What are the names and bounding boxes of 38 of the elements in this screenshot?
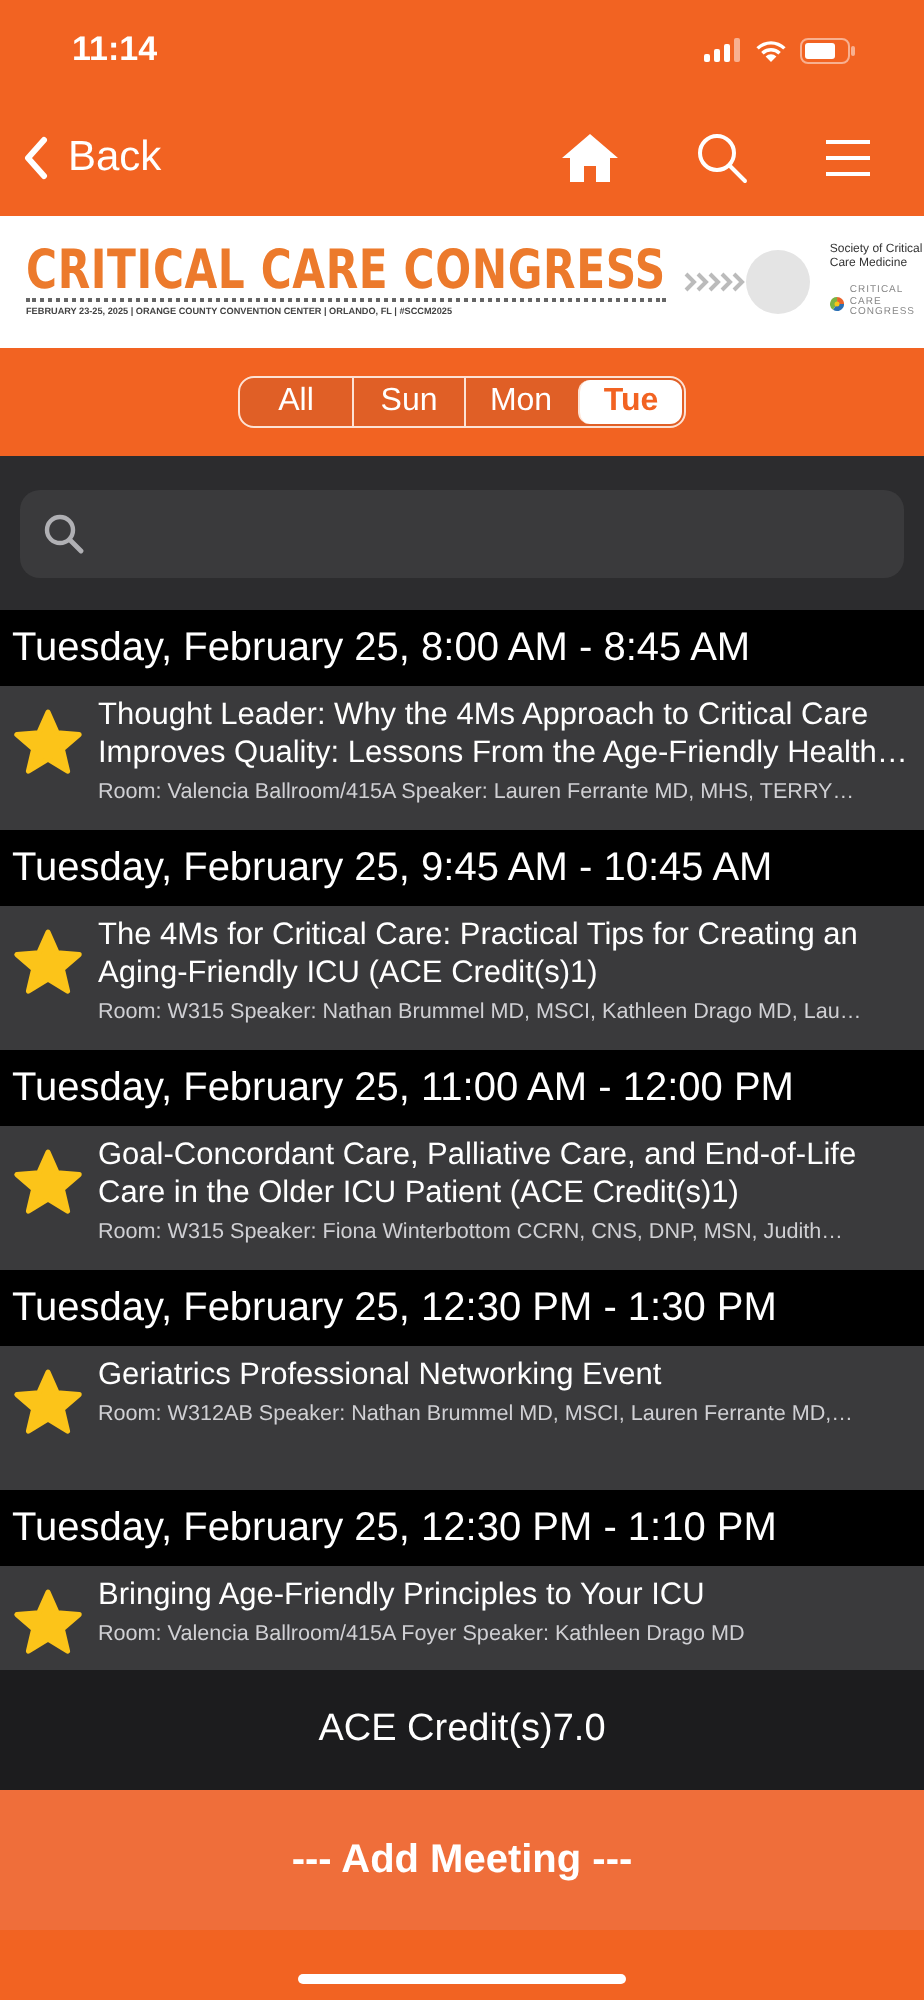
search-field[interactable] [20, 490, 904, 578]
star-icon[interactable] [12, 1368, 84, 1436]
session-details: Room: W312AB Speaker: Nathan Brummel MD, MSCI, Lauren Ferrante MD,… [98, 1402, 853, 1426]
chevron-left-icon [24, 136, 48, 180]
session-details: Room: Valencia Ballroom/415A Foyer Speaker: Kathleen Drago MD [98, 1622, 745, 1646]
star-icon[interactable] [12, 1148, 84, 1216]
ace-credits-total: ACE Credit(s)7.0 [318, 1708, 606, 1752]
star-icon[interactable] [12, 708, 84, 776]
day-tab[interactable]: Tue [578, 380, 682, 424]
session-details: Room: W315 Speaker: Fiona Winterbottom CCRN, CNS, DNP, MSN, Judith… [98, 1220, 845, 1244]
session-title: Goal-Concordant Care, Palliative Care, and End-of-Life Care in the Older ICU Patient (ACE Credit(s)1) [98, 1136, 859, 1212]
session-row[interactable]: Bringing Age-Friendly Principles to Your ICU Room: Valencia Ballroom/415A Foyer Speaker: Kathleen Drago MD [0, 1566, 924, 1670]
search-icon[interactable] [696, 132, 748, 184]
day-tab[interactable]: All [240, 378, 352, 426]
day-tab[interactable]: Mon [464, 378, 576, 426]
session-title: Thought Leader: Why the 4Ms Approach to Critical Care Improves Quality: Lessons From the Age-Friendly Health… [98, 696, 910, 772]
session-title: Bringing Age-Friendly Principles to Your ICU [98, 1576, 707, 1614]
wifi-icon [754, 38, 788, 62]
star-icon[interactable] [12, 1588, 84, 1656]
session-row[interactable]: Geriatrics Professional Networking Event Room: W312AB Speaker: Nathan Brummel MD, MSCI, Lauren Ferrante MD,… [0, 1346, 924, 1490]
add-meeting-button[interactable]: --- Add Meeting --- [0, 1790, 924, 1930]
home-icon[interactable] [560, 132, 620, 184]
session-row[interactable]: Thought Leader: Why the 4Ms Approach to Critical Care Improves Quality: Lessons From the Age-Friendly Health… Room: Valencia Ballroom/415A Speaker: Lauren Ferrante MD, MHS, TERRY… [0, 686, 924, 830]
status-time: 11:14 [72, 30, 160, 70]
session-details: Room: W315 Speaker: Nathan Brummel MD, MSCI, Kathleen Drago MD, Lau… [98, 1000, 864, 1024]
session-title: Geriatrics Professional Networking Event [98, 1356, 664, 1394]
star-icon[interactable] [12, 928, 84, 996]
session-row[interactable]: Goal-Concordant Care, Palliative Care, and End-of-Life Care in the Older ICU Patient (ACE Credit(s)1) Room: W315 Speaker: Fiona Winterbottom CCRN, CNS, DNP, MSN, Judith… [0, 1126, 924, 1270]
session-details: Room: Valencia Ballroom/415A Speaker: Lauren Ferrante MD, MHS, TERRY… [98, 780, 857, 804]
battery-icon [800, 37, 856, 63]
back-button[interactable]: Back [24, 134, 162, 182]
session-row[interactable]: The 4Ms for Critical Care: Practical Tips for Creating an Aging-Friendly ICU (ACE Credit(s)1) Room: W315 Speaker: Nathan Brummel MD, MSCI, Kathleen Drago MD, Lau… [0, 906, 924, 1050]
session-title: The 4Ms for Critical Care: Practical Tips for Creating an Aging-Friendly ICU (ACE Credit(s)1) [98, 916, 860, 992]
menu-icon[interactable] [824, 138, 872, 178]
signal-icon [704, 38, 742, 62]
search-icon [44, 514, 84, 554]
day-tab[interactable]: Sun [352, 378, 464, 426]
banner-title: CRITICAL CARE CONGRESS [26, 244, 666, 298]
